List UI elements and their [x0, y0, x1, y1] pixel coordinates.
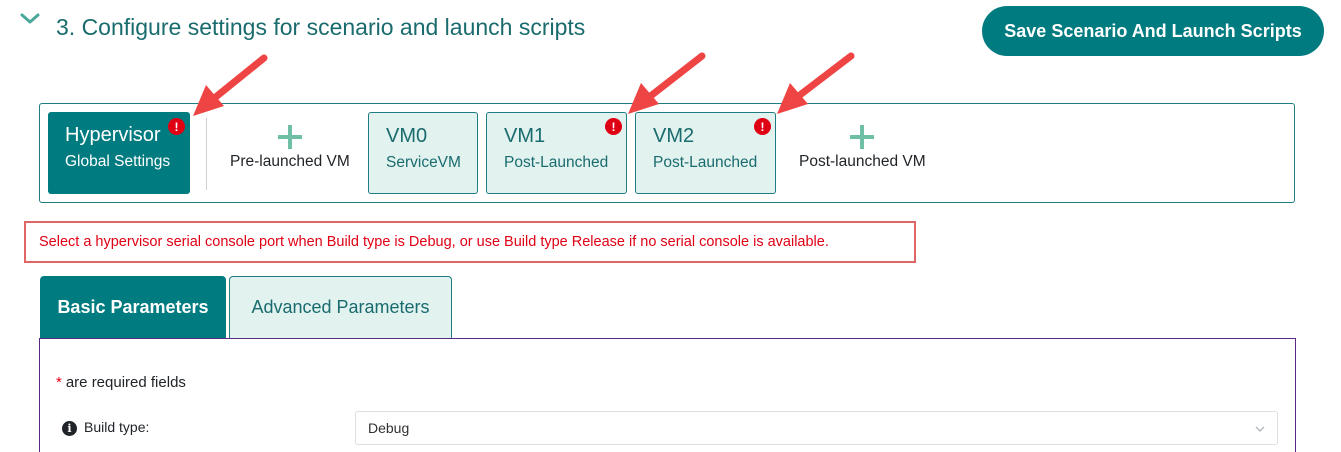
exclamation-icon: !: [605, 118, 622, 135]
tab-basic-parameters[interactable]: Basic Parameters: [40, 276, 226, 338]
vm-tile-subtitle: Global Settings: [65, 153, 171, 170]
annotation-arrow-shaft: [208, 54, 268, 104]
vm-tile-name: VM0: [386, 125, 428, 147]
divider: [206, 118, 207, 190]
required-star: *: [56, 374, 62, 391]
build-type-value: Debug: [368, 420, 410, 436]
annotation-arrow-shaft: [792, 52, 855, 102]
chevron-down-icon: [1255, 426, 1265, 432]
annotation-arrow-shaft: [644, 52, 706, 102]
build-type-label: Build type:: [84, 419, 150, 435]
plus-icon: [850, 125, 875, 149]
vm-tile-vm0[interactable]: VM0 ServiceVM: [368, 112, 478, 194]
error-message-box: Select a hypervisor serial console port …: [24, 221, 916, 263]
vm-tile-subtitle: Post-Launched: [504, 154, 609, 171]
section-title: 3. Configure settings for scenario and l…: [56, 14, 586, 40]
info-icon[interactable]: i: [62, 421, 77, 436]
add-post-launched-vm-button[interactable]: Post-launched VM: [799, 125, 926, 171]
add-post-launched-vm-label: Post-launched VM: [799, 153, 926, 170]
chevron-down-icon[interactable]: [20, 12, 40, 26]
plus-icon: [277, 125, 302, 149]
error-message-text: Select a hypervisor serial console port …: [39, 234, 829, 250]
required-fields-note: * are required fields: [56, 374, 186, 391]
vm-tile-subtitle: ServiceVM: [386, 154, 461, 171]
save-scenario-button[interactable]: Save Scenario And Launch Scripts: [982, 6, 1324, 56]
exclamation-icon: !: [754, 118, 771, 135]
build-type-select[interactable]: Debug: [355, 411, 1278, 445]
vm-tile-subtitle: Post-Launched: [653, 154, 758, 171]
exclamation-icon: !: [168, 118, 185, 135]
add-pre-launched-vm-label: Pre-launched VM: [230, 153, 350, 170]
tab-advanced-parameters[interactable]: Advanced Parameters: [229, 276, 452, 338]
required-note-text: are required fields: [65, 374, 186, 391]
add-pre-launched-vm-button[interactable]: Pre-launched VM: [230, 125, 350, 171]
